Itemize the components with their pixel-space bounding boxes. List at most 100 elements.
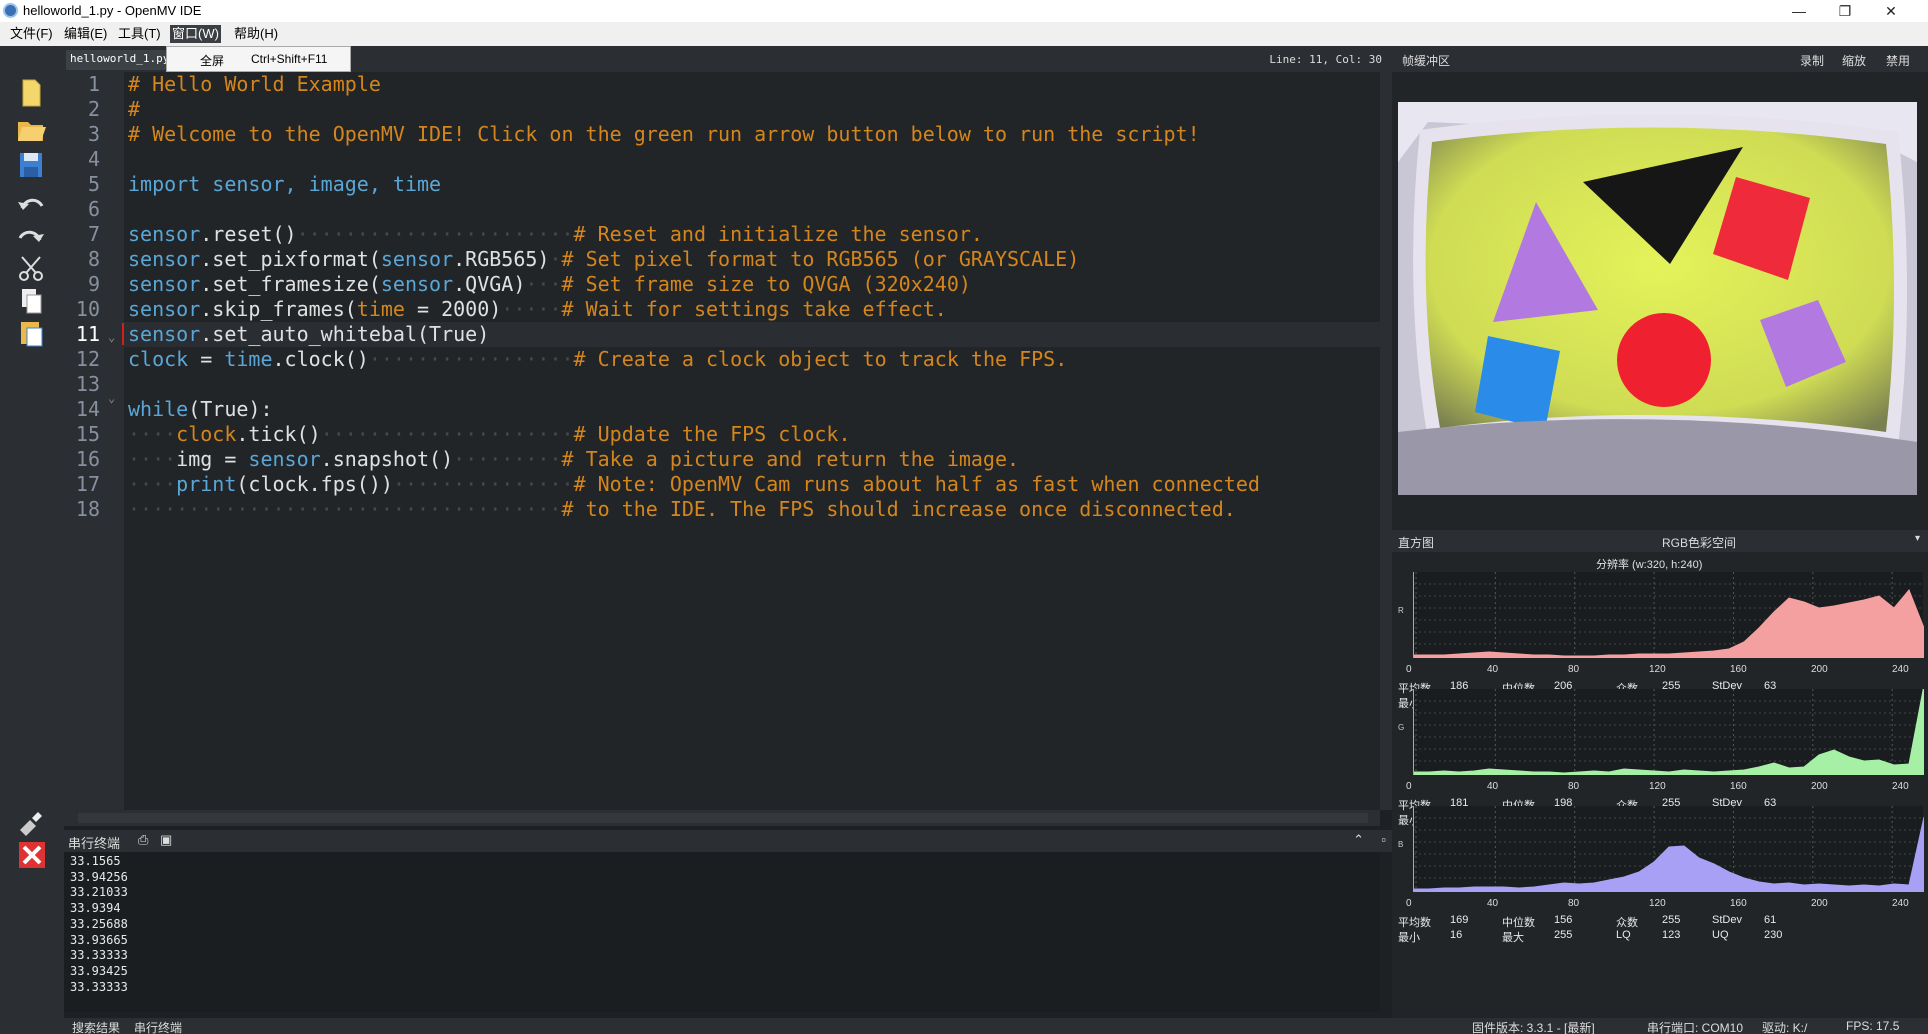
chevron-down-icon[interactable]: ▾ bbox=[1915, 533, 1920, 544]
x-tick-label: 120 bbox=[1649, 781, 1666, 792]
x-tick-label: 0 bbox=[1406, 898, 1412, 909]
firmware-version[interactable]: 固件版本: 3.3.1 - [最新] bbox=[1472, 1019, 1595, 1034]
close-window-button[interactable]: ✕ bbox=[1868, 1, 1914, 21]
code-line-14: while(True): bbox=[128, 397, 273, 421]
x-tick-label: 0 bbox=[1406, 664, 1412, 675]
menu-tools[interactable]: 工具(T) bbox=[116, 25, 163, 43]
serial-output-line: 33.93425 bbox=[70, 963, 128, 978]
stop-icon[interactable] bbox=[14, 840, 48, 870]
terminal-clear-icon[interactable]: ⎙ bbox=[138, 832, 148, 848]
stat-label-median: 中位数 bbox=[1502, 917, 1535, 929]
new-file-icon[interactable] bbox=[14, 78, 48, 108]
menu-window[interactable]: 窗口(W) bbox=[170, 25, 221, 43]
line-number: 6 bbox=[87, 197, 100, 221]
code-line-1: # Hello World Example bbox=[128, 72, 381, 96]
serial-terminal-output[interactable]: 33.1565 33.94256 33.21033 33.9394 33.25688 33… bbox=[64, 852, 1380, 1012]
stat-value-mean: 169 bbox=[1450, 914, 1469, 926]
drive-path[interactable]: 驱动: K:/ bbox=[1762, 1019, 1807, 1034]
code-line-16: ····img = sensor.snapshot()·········# Ta… bbox=[128, 447, 1020, 471]
record-button[interactable]: 录制 bbox=[1800, 52, 1824, 69]
panel-menu-icon[interactable]: ▫ bbox=[1381, 832, 1386, 847]
menu-file[interactable]: 文件(F) bbox=[8, 25, 55, 43]
line-number: 13 bbox=[75, 372, 100, 396]
tab-serial-terminal[interactable]: 串行终端 bbox=[134, 1019, 182, 1034]
status-bar: 搜索结果 串行终端 固件版本: 3.3.1 - [最新] 串行端口: COM10… bbox=[64, 1018, 1928, 1034]
channel-axis-label: G bbox=[1398, 723, 1405, 732]
serial-output-line: 33.9394 bbox=[70, 901, 121, 916]
undo-icon[interactable] bbox=[14, 190, 48, 220]
x-tick-label: 240 bbox=[1892, 664, 1909, 675]
zoom-button[interactable]: 缩放 bbox=[1842, 52, 1866, 69]
stat-value-mode: 255 bbox=[1662, 914, 1681, 926]
menu-item-fullscreen[interactable]: 全屏 bbox=[200, 52, 224, 69]
editor-horizontal-scrollbar[interactable] bbox=[64, 810, 1380, 826]
channel-axis-label: R bbox=[1398, 606, 1404, 615]
menu-edit[interactable]: 编辑(E) bbox=[62, 25, 109, 43]
x-tick-label: 0 bbox=[1406, 781, 1412, 792]
serial-output-line: 33.21033 bbox=[70, 885, 128, 900]
fold-marker-icon[interactable]: ⌄ bbox=[108, 391, 115, 405]
open-folder-icon[interactable] bbox=[14, 114, 48, 144]
histogram-chart-r bbox=[1413, 572, 1925, 659]
x-tick-label: 40 bbox=[1487, 898, 1499, 909]
histogram-area-g bbox=[1413, 684, 1925, 776]
editor-vertical-scrollbar[interactable] bbox=[1380, 72, 1392, 810]
x-tick-label: 160 bbox=[1730, 898, 1747, 909]
fold-marker-icon[interactable]: ⌄ bbox=[108, 330, 115, 344]
serial-output-line: 33.33333 bbox=[70, 948, 128, 963]
channel-axis-label: B bbox=[1398, 840, 1404, 849]
terminal-save-icon[interactable]: ▣ bbox=[160, 832, 172, 848]
code-line-7: sensor.reset()·······················# R… bbox=[128, 222, 983, 246]
openmv-logo-icon bbox=[3, 3, 18, 18]
fullscreen-shortcut: Ctrl+Shift+F11 bbox=[251, 52, 328, 66]
save-icon[interactable] bbox=[14, 150, 48, 180]
serial-output-line: 33.1565 bbox=[70, 854, 121, 868]
disable-button[interactable]: 禁用 bbox=[1886, 52, 1910, 69]
code-line-10: sensor.skip_frames(time = 2000)·····# Wa… bbox=[128, 297, 947, 321]
redo-icon[interactable] bbox=[14, 222, 48, 252]
title-bar: helloworld_1.py - OpenMV IDE — ❐ ✕ bbox=[0, 0, 1928, 22]
x-tick-label: 200 bbox=[1811, 898, 1828, 909]
line-number: 16 bbox=[75, 447, 100, 471]
histogram-header: 直方图 RGB色彩空间 ▾ bbox=[1392, 530, 1928, 552]
camera-frame-image bbox=[1398, 102, 1917, 495]
fps-readout: FPS: 17.5 bbox=[1846, 1019, 1900, 1033]
restore-button[interactable]: ❐ bbox=[1822, 1, 1868, 21]
code-line-12: clock = time.clock()·················# C… bbox=[128, 347, 1068, 371]
current-line-marker bbox=[122, 323, 124, 345]
paste-icon[interactable] bbox=[14, 318, 48, 348]
connect-icon[interactable] bbox=[14, 808, 48, 838]
x-tick-label: 40 bbox=[1487, 781, 1499, 792]
frame-buffer-view[interactable] bbox=[1392, 72, 1928, 530]
stat-label-stdev: StDev bbox=[1712, 914, 1742, 926]
code-line-8: sensor.set_pixformat(sensor.RGB565)·# Se… bbox=[128, 247, 1080, 271]
serial-port[interactable]: 串行端口: COM10 bbox=[1647, 1019, 1743, 1034]
stat-label-max: 最大 bbox=[1502, 932, 1524, 944]
x-tick-label: 240 bbox=[1892, 781, 1909, 792]
code-line-17: ····print(clock.fps())···············# N… bbox=[128, 472, 1260, 496]
minimize-button[interactable]: — bbox=[1776, 1, 1822, 21]
line-number: 15 bbox=[75, 422, 100, 446]
collapse-icon[interactable]: ⌃ bbox=[1353, 832, 1364, 848]
stat-value-uq: 230 bbox=[1764, 929, 1783, 941]
menu-help[interactable]: 帮助(H) bbox=[232, 25, 280, 43]
tab-helloworld[interactable]: helloworld_1.py* bbox=[66, 50, 176, 70]
line-number-gutter: 1 2 3 4 5 6 7 8 9 10 11 12 13 14 15 16 17 18 bbox=[64, 72, 124, 810]
stat-value-max: 255 bbox=[1554, 929, 1573, 941]
line-number: 7 bbox=[87, 222, 100, 246]
stat-value-min: 16 bbox=[1450, 929, 1463, 941]
code-editor[interactable]: 1 2 3 4 5 6 7 8 9 10 11 12 13 14 15 16 17 18 # Hello Worl… bbox=[64, 72, 1380, 810]
serial-output-line: 33.25688 bbox=[70, 916, 128, 931]
colorspace-select[interactable]: RGB色彩空间 bbox=[1662, 534, 1736, 551]
frame-buffer-title: 帧缓冲区 bbox=[1402, 54, 1451, 68]
code-line-5: import sensor, image, time bbox=[128, 172, 442, 196]
cut-icon[interactable] bbox=[14, 254, 48, 284]
line-number: 3 bbox=[87, 122, 100, 146]
code-line-11: sensor.set_auto_whitebal(True) bbox=[128, 322, 490, 346]
x-tick-label: 200 bbox=[1811, 664, 1828, 675]
x-tick-label: 80 bbox=[1568, 898, 1580, 909]
line-number: 2 bbox=[87, 97, 100, 121]
copy-icon[interactable] bbox=[14, 286, 48, 316]
line-number: 11 bbox=[75, 322, 100, 346]
tab-search-results[interactable]: 搜索结果 bbox=[72, 1019, 120, 1034]
